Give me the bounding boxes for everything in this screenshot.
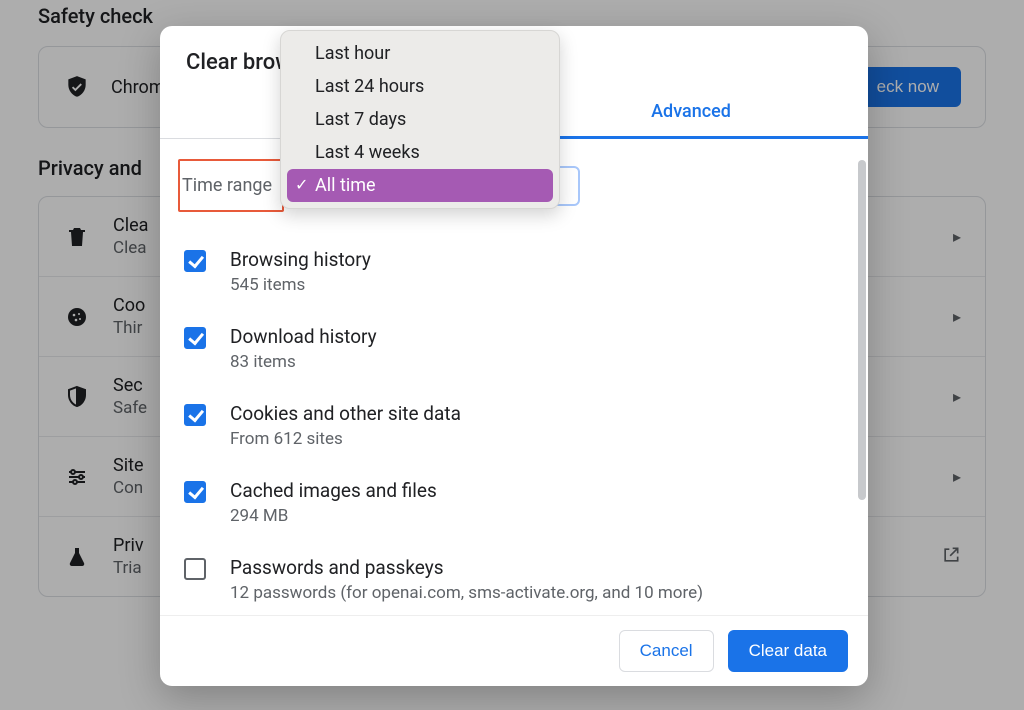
clear-data-option: Download history 83 items [178, 317, 850, 394]
option-title: Cached images and files [230, 479, 844, 502]
option-subtitle: 83 items [230, 352, 844, 372]
time-range-label: Time range [182, 175, 272, 196]
option-subtitle: 545 items [230, 275, 844, 295]
option-title: Download history [230, 325, 844, 348]
tab-advanced[interactable]: Advanced [514, 83, 868, 139]
option-text: Cookies and other site data From 612 site… [230, 402, 844, 449]
dialog-footer: Cancel Clear data [160, 615, 868, 686]
clear-data-option: Cookies and other site data From 612 site… [178, 394, 850, 471]
dropdown-option[interactable]: Last 7 days [287, 103, 553, 136]
option-subtitle: 294 MB [230, 506, 844, 526]
clear-data-option: Browsing history 545 items [178, 240, 850, 317]
checkbox[interactable] [184, 404, 206, 426]
checkbox[interactable] [184, 481, 206, 503]
option-title: Browsing history [230, 248, 844, 271]
dialog-body: Time range Browsing history 545 items Down… [160, 139, 868, 615]
clear-data-options: Browsing history 545 items Download histor… [178, 240, 850, 615]
checkbox[interactable] [184, 250, 206, 272]
option-title: Cookies and other site data [230, 402, 844, 425]
checkbox[interactable] [184, 327, 206, 349]
dropdown-option[interactable]: Last 24 hours [287, 70, 553, 103]
scrollbar[interactable] [858, 160, 866, 500]
option-title: Passwords and passkeys [230, 556, 844, 579]
checkbox[interactable] [184, 558, 206, 580]
clear-data-option: Cached images and files 294 MB [178, 471, 850, 548]
option-text: Passwords and passkeys 12 passwords (for … [230, 556, 844, 603]
dropdown-option[interactable]: Last hour [287, 37, 553, 70]
dropdown-option[interactable]: Last 4 weeks [287, 136, 553, 169]
option-text: Cached images and files 294 MB [230, 479, 844, 526]
option-subtitle: 12 passwords (for openai.com, sms-activa… [230, 583, 844, 603]
time-range-dropdown: Last hourLast 24 hoursLast 7 daysLast 4 … [280, 30, 560, 209]
option-text: Browsing history 545 items [230, 248, 844, 295]
cancel-button[interactable]: Cancel [619, 630, 714, 672]
clear-data-button[interactable]: Clear data [728, 630, 848, 672]
option-text: Download history 83 items [230, 325, 844, 372]
dropdown-option[interactable]: All time [287, 169, 553, 202]
clear-data-option: Passwords and passkeys 12 passwords (for … [178, 548, 850, 615]
option-subtitle: From 612 sites [230, 429, 844, 449]
time-range-label-highlight: Time range [178, 159, 284, 212]
